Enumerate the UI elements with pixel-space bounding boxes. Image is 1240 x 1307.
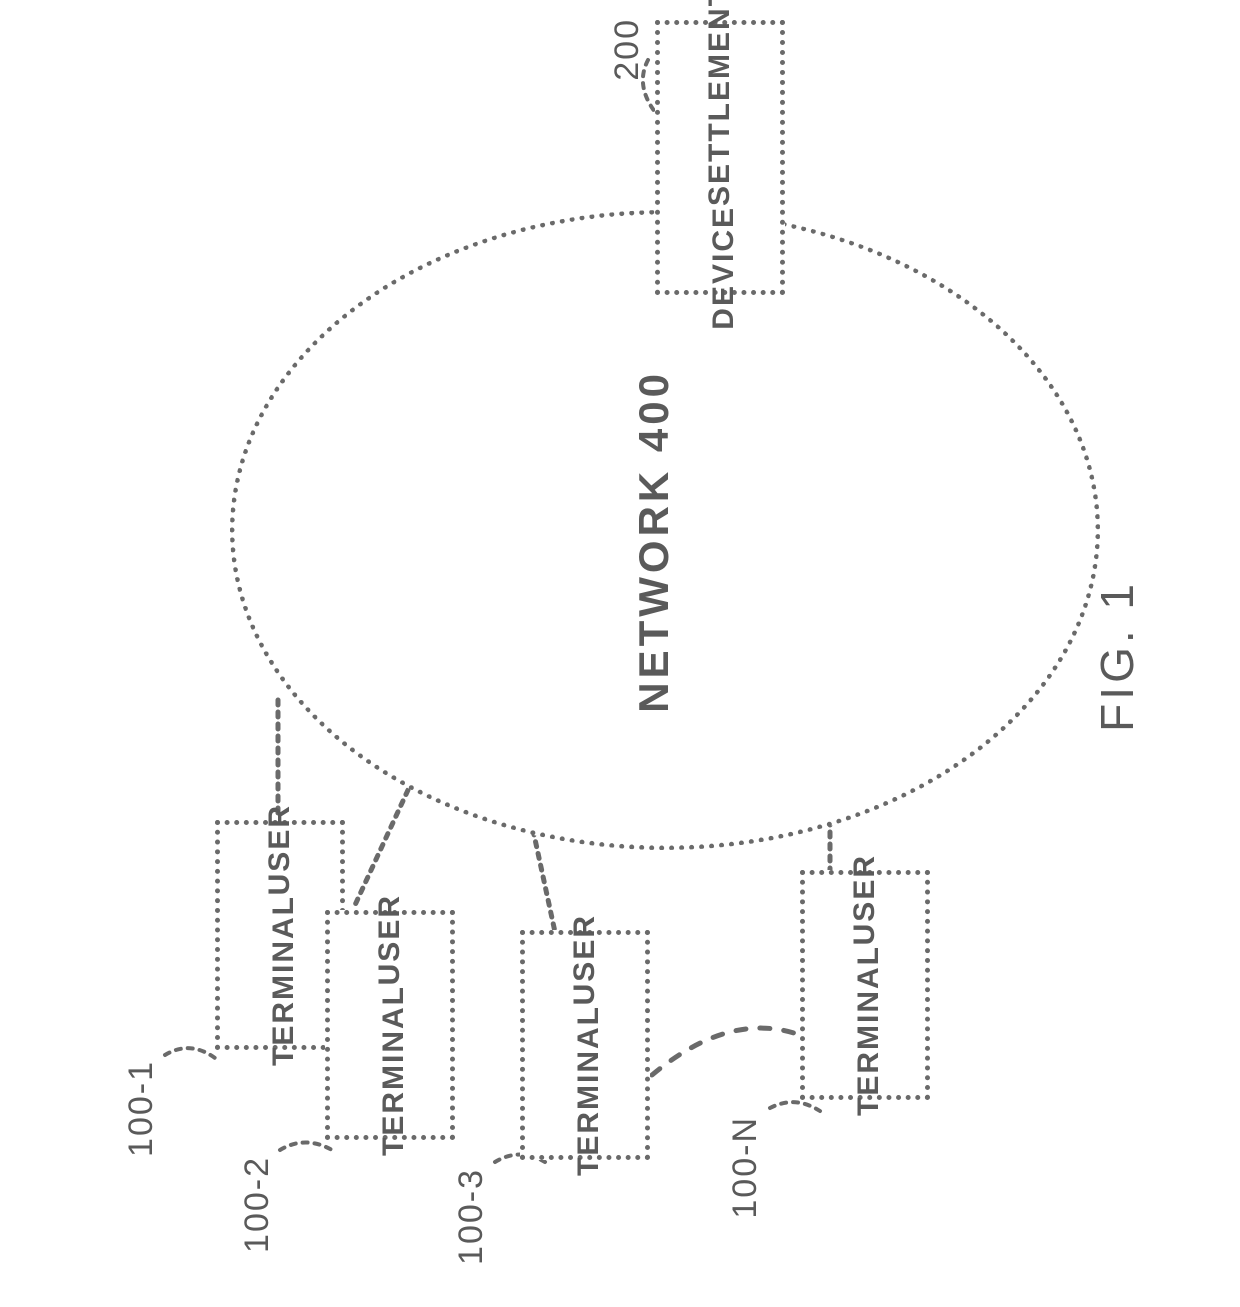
- user-terminal-1-line1: USER: [262, 804, 298, 895]
- user-terminal-n-box: USER TERMINAL: [800, 870, 930, 1100]
- user-terminal-1-ref: 100-1: [122, 1060, 161, 1157]
- settlement-line2: DEVICE: [706, 206, 742, 330]
- diagram-stage: NETWORK 400 SETTLEMENT DEVICE 200 USER T…: [0, 0, 1240, 1307]
- user-terminal-2-box: USER TERMINAL: [325, 910, 455, 1140]
- user-terminal-1-line2: TERMINAL: [266, 895, 302, 1066]
- user-terminal-2-line1: USER: [372, 894, 408, 985]
- user-terminal-3-box: USER TERMINAL: [520, 930, 650, 1160]
- settlement-device-box: SETTLEMENT DEVICE: [655, 20, 785, 295]
- user-terminal-n-line2: TERMINAL: [851, 945, 887, 1116]
- figure-caption: FIG. 1: [1090, 580, 1144, 732]
- user-terminal-3-line1: USER: [567, 914, 603, 1005]
- settlement-line1: SETTLEMENT: [702, 0, 738, 206]
- settlement-ref: 200: [608, 18, 647, 81]
- user-terminal-3-ref: 100-3: [452, 1168, 491, 1265]
- network-label: NETWORK 400: [630, 370, 678, 713]
- user-terminal-n-ref: 100-N: [726, 1116, 765, 1219]
- user-terminal-3-line2: TERMINAL: [571, 1005, 607, 1176]
- user-terminal-2-line2: TERMINAL: [376, 985, 412, 1156]
- user-terminal-n-line1: USER: [847, 854, 883, 945]
- user-terminal-2-ref: 100-2: [238, 1156, 277, 1253]
